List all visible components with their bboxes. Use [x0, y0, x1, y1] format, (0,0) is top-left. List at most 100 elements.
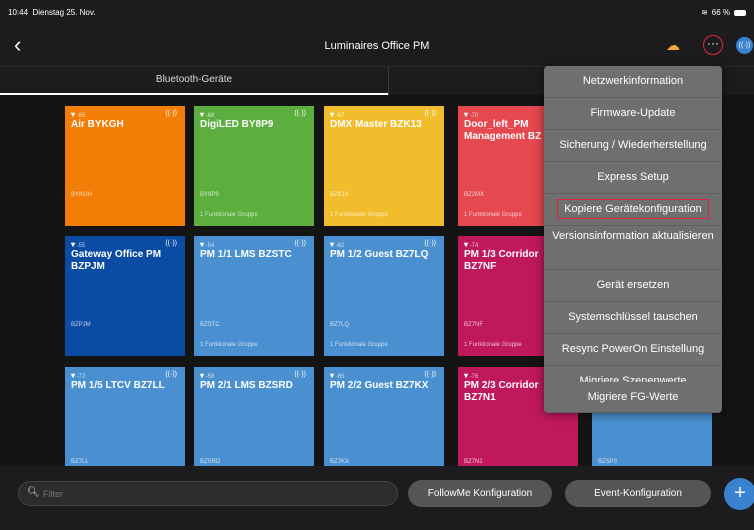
nav-bar: ‹ Luminaires Office PM ☁ ((·)) [0, 26, 754, 66]
device-code: BZ7KX [330, 459, 350, 465]
wifi-icon: ▾ [71, 110, 76, 119]
device-code: BZSTC [200, 322, 220, 328]
device-code: BZSP3 [598, 459, 618, 465]
device-name: PM 2/2 Guest BZ7KX [330, 380, 429, 391]
search-icon: 🔍︎ [27, 487, 40, 498]
wifi-icon: ▾ [200, 110, 205, 119]
event-config-button[interactable]: Event-Konfiguration [565, 480, 711, 507]
more-options-menu: Netzwerkinformation Firmware-Update Sich… [544, 66, 722, 412]
functional-group: 1 Funktionale Gruppe [330, 212, 388, 218]
device-name: Air BYKGH [71, 119, 124, 130]
wifi-icon: ▾ [330, 240, 335, 249]
device-code: BZ2MX [464, 192, 485, 198]
functional-group: 1 Funktionale Gruppe [200, 342, 258, 348]
status-bar: 10:44 Dienstag 25. Nov. ≋ 66 % [0, 0, 754, 26]
signal-strength: ▾ -70 [464, 110, 479, 119]
wifi-icon: ▾ [330, 371, 335, 380]
signal-strength: ▾ -65 [330, 371, 345, 380]
cloud-icon[interactable]: ☁ [666, 37, 680, 54]
signal-strength: ▾ -74 [464, 240, 479, 249]
bluetooth-active-icon: ((·)) [424, 240, 436, 247]
wifi-icon: ▾ [71, 240, 76, 249]
bluetooth-active-icon: ((·)) [165, 110, 177, 117]
signal-strength: ▾ -58 [200, 371, 215, 380]
device-code: BZPJM [71, 322, 91, 328]
device-code: BY8P9 [200, 192, 219, 198]
device-name: PM 1/5 LTCV BZ7LL [71, 380, 165, 391]
device-tile[interactable]: ▾ -68 ((·)) DigiLED BY8P9 BY8P9 1 Funktional… [194, 106, 314, 226]
battery-icon [734, 9, 746, 16]
device-name: DigiLED BY8P9 [200, 119, 274, 130]
wifi-icon: ≋ [701, 8, 708, 17]
device-tile[interactable]: ▾ -67 ((·)) DMX Master BZK13 BZK13 1 Funktio… [324, 106, 444, 226]
bluetooth-signal-icon[interactable]: ((·)) [736, 37, 753, 54]
menu-item-firmware-update[interactable]: Firmware-Update [544, 98, 722, 130]
copy-config-label: Kopiere Gerätekonfiguration [557, 199, 709, 219]
bluetooth-active-icon: ((·)) [165, 371, 177, 378]
device-name: PM 1/2 Guest BZ7LQ [330, 249, 429, 260]
device-name: Gateway Office PM BZPJM [71, 249, 162, 272]
menu-item-migrate-fg-values[interactable]: Migriere FG-Werte [544, 382, 722, 413]
status-time: 10:44 Dienstag 25. Nov. [8, 8, 96, 17]
menu-item-update-version-info[interactable]: Versionsinformation aktualisieren [544, 226, 722, 270]
signal-strength: ▾ -54 [200, 240, 215, 249]
wifi-icon: ▾ [200, 371, 205, 380]
device-tile[interactable]: ▾ -65 ((·)) PM 2/2 Guest BZ7KX BZ7KX [324, 367, 444, 466]
page-title: Luminaires Office PM [324, 40, 430, 52]
device-tile[interactable]: ▾ -62 ((·)) PM 1/2 Guest BZ7LQ BZ7LQ 1 Funkt… [324, 236, 444, 356]
device-code: BZ7LQ [330, 322, 350, 328]
device-code: BZSRD [200, 459, 221, 465]
device-code: BYKGH [71, 192, 93, 198]
device-name: DMX Master BZK13 [330, 119, 422, 130]
menu-item-swap-system-key[interactable]: Systemschlüssel tauschen [544, 302, 722, 334]
device-code: BZK13 [330, 192, 349, 198]
functional-group: 1 Funktionale Gruppe [464, 342, 522, 348]
bluetooth-active-icon: ((·)) [165, 240, 177, 247]
filter-input[interactable] [41, 484, 385, 504]
device-tile[interactable]: ▾ -55 ((·)) Gateway Office PM BZPJM BZPJM [65, 236, 185, 356]
signal-strength: ▾ -68 [200, 110, 215, 119]
device-name: PM 2/1 LMS BZSRD [200, 380, 293, 391]
device-tile[interactable]: ▾ -72 ((·)) PM 1/5 LTCV BZ7LL BZ7LL [65, 367, 185, 466]
signal-strength: ▾ -55 [71, 240, 86, 249]
device-tile[interactable]: ▾ -54 ((·)) PM 1/1 LMS BZSTC BZSTC 1 Funktio… [194, 236, 314, 356]
device-tile[interactable]: ▾ -58 ((·)) PM 2/1 LMS BZSRD BZSRD [194, 367, 314, 466]
menu-item-replace-device[interactable]: Gerät ersetzen [544, 270, 722, 302]
device-name: PM 1/1 LMS BZSTC [200, 249, 292, 260]
signal-strength: ▾ -65 [71, 110, 86, 119]
signal-strength: ▾ -62 [330, 240, 345, 249]
battery-percent: 66 % [711, 8, 730, 17]
menu-item-copy-device-config[interactable]: Kopiere Gerätekonfiguration [544, 194, 722, 226]
menu-item-backup-restore[interactable]: Sicherung / Wiederherstellung [544, 130, 722, 162]
bluetooth-active-icon: ((·)) [294, 240, 306, 247]
wifi-icon: ▾ [200, 240, 205, 249]
bluetooth-active-icon: ((·)) [294, 371, 306, 378]
wifi-icon: ▾ [464, 371, 469, 380]
signal-strength: ▾ -76 [464, 371, 479, 380]
more-options-button[interactable]: ··· [703, 35, 723, 55]
status-right: ≋ 66 % [701, 8, 746, 17]
tab-bluetooth-devices[interactable]: Bluetooth-Geräte [0, 67, 388, 95]
bluetooth-active-icon: ((·)) [424, 371, 436, 378]
functional-group: 1 Funktionale Gruppe [200, 212, 258, 218]
wifi-icon: ▾ [464, 240, 469, 249]
device-code: BZ7NF [464, 322, 484, 328]
bottom-bar: 🔍︎ FollowMe Konfiguration Event-Konfigur… [0, 466, 754, 530]
bluetooth-active-icon: ((·)) [294, 110, 306, 117]
signal-strength: ▾ -67 [330, 110, 345, 119]
wifi-icon: ▾ [330, 110, 335, 119]
functional-group: 1 Funktionale Gruppe [330, 342, 388, 348]
add-button[interactable]: + [724, 478, 754, 510]
wifi-icon: ▾ [71, 371, 76, 380]
menu-item-resync-poweron[interactable]: Resync PowerOn Einstellung [544, 334, 722, 366]
followme-config-button[interactable]: FollowMe Konfiguration [408, 480, 552, 507]
menu-item-express-setup[interactable]: Express Setup [544, 162, 722, 194]
signal-strength: ▾ -72 [71, 371, 86, 380]
wifi-icon: ▾ [464, 110, 469, 119]
filter-field[interactable]: 🔍︎ [18, 481, 398, 506]
functional-group: 1 Funktionale Gruppe [464, 212, 522, 218]
bluetooth-active-icon: ((·)) [424, 110, 436, 117]
device-code: BZ7N1 [464, 459, 483, 465]
menu-item-network-info[interactable]: Netzwerkinformation [544, 66, 722, 98]
device-tile[interactable]: ▾ -65 ((·)) Air BYKGH BYKGH [65, 106, 185, 226]
